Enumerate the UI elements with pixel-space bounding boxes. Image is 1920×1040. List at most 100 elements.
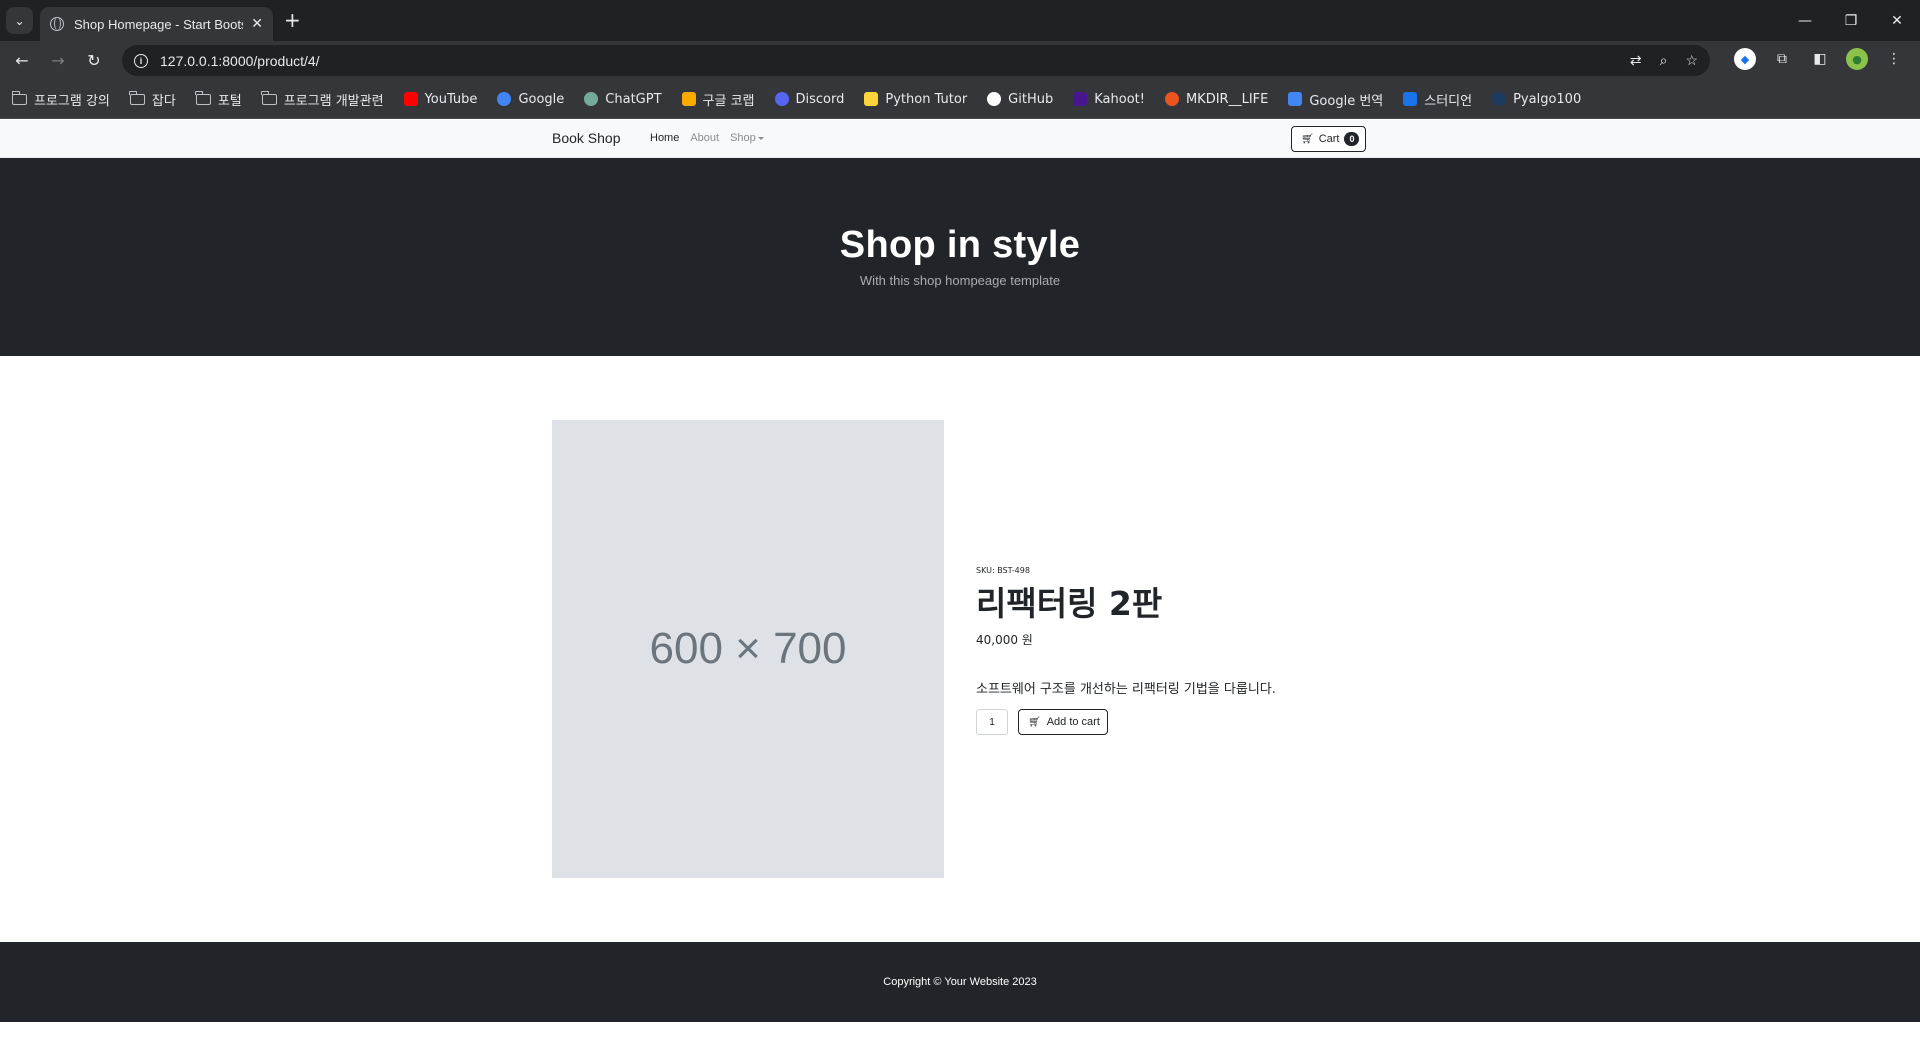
bookmark-label: ChatGPT bbox=[605, 91, 662, 107]
bookmark-item[interactable]: Discord bbox=[774, 91, 845, 107]
menu-kebab-icon[interactable]: ⋮ bbox=[1882, 47, 1906, 71]
bookmark-label: Discord bbox=[795, 91, 845, 107]
bookmark-item[interactable]: Python Tutor bbox=[864, 92, 967, 107]
bookmark-label: 포털 bbox=[217, 93, 242, 109]
forward-icon[interactable]: → bbox=[44, 47, 72, 75]
bookmark-label: 스터디언 bbox=[1424, 93, 1473, 109]
bookmark-item[interactable]: MKDIR__LIFE bbox=[1164, 91, 1269, 107]
pyalgo-icon bbox=[1492, 92, 1507, 106]
cart-icon: 🛒︎ bbox=[1028, 716, 1041, 728]
cart-count-badge: 0 bbox=[1344, 132, 1360, 146]
site-navbar: Book Shop Home About Shop 🛒︎ Cart 0 bbox=[0, 120, 1920, 158]
product-section: 600 × 700 SKU: BST-498 리팩터링 2판 40,000 원 … bbox=[552, 420, 1352, 878]
folder-icon bbox=[129, 90, 145, 105]
github-icon bbox=[987, 92, 1002, 106]
bookmark-item[interactable]: YouTube bbox=[403, 91, 478, 107]
bookmark-item[interactable]: 포털 bbox=[195, 90, 242, 109]
add-to-cart-label: Add to cart bbox=[1046, 716, 1100, 728]
site-footer: Copyright © Your Website 2023 bbox=[0, 942, 1920, 1022]
bookmark-label: YouTube bbox=[424, 91, 478, 107]
folder-icon bbox=[11, 90, 27, 105]
site-info-icon[interactable]: i bbox=[134, 53, 148, 68]
bookmark-item[interactable]: 잡다 bbox=[129, 90, 176, 109]
page-viewport: Book Shop Home About Shop 🛒︎ Cart 0 Shop… bbox=[0, 120, 1920, 1040]
tab-title: Shop Homepage - Start Bootstrap bbox=[74, 16, 243, 32]
tab-search-icon[interactable]: ⌄ bbox=[6, 7, 33, 34]
product-price: 40,000 원 bbox=[976, 633, 1033, 647]
product-description: 소프트웨어 구조를 개선하는 리팩터링 기법을 다룹니다. bbox=[976, 682, 1276, 697]
bookmark-label: 프로그램 강의 bbox=[34, 93, 110, 109]
bookmark-label: Pyalgo100 bbox=[1513, 91, 1582, 107]
product-sku: SKU: BST-498 bbox=[976, 566, 1030, 575]
footer-copyright: Copyright © Your Website 2023 bbox=[883, 976, 1037, 988]
bookmark-label: 잡다 bbox=[151, 93, 176, 109]
bookmark-label: Google bbox=[518, 91, 565, 107]
hero-subtitle: With this shop hompeage template bbox=[859, 273, 1061, 288]
kahoot-icon bbox=[1073, 92, 1088, 106]
bookmark-item[interactable]: 구글 코랩 bbox=[681, 90, 755, 109]
address-bar[interactable]: i 127.0.0.1:8000/product/4/ ⇄ ⌕ ☆ bbox=[122, 45, 1710, 76]
quantity-input[interactable] bbox=[976, 709, 1008, 735]
nav-home-link[interactable]: Home bbox=[650, 132, 679, 144]
bookmark-item[interactable]: GitHub bbox=[987, 92, 1053, 107]
minimize-icon[interactable]: — bbox=[1782, 0, 1828, 41]
url-text: 127.0.0.1:8000/product/4/ bbox=[160, 52, 320, 69]
browser-tab[interactable]: Shop Homepage - Start Bootstrap ✕ bbox=[40, 7, 273, 41]
back-icon[interactable]: ← bbox=[8, 47, 36, 75]
product-title: 리팩터링 2판 bbox=[976, 584, 1163, 623]
bookmark-label: Google 번역 bbox=[1309, 93, 1384, 109]
cart-button[interactable]: 🛒︎ Cart 0 bbox=[1291, 126, 1367, 152]
cart-label: Cart bbox=[1318, 133, 1340, 145]
product-actions: 🛒︎ Add to cart bbox=[976, 709, 1396, 735]
nav-about-link[interactable]: About bbox=[690, 132, 719, 144]
bookmark-item[interactable]: Pyalgo100 bbox=[1492, 92, 1581, 107]
extension-shield-icon[interactable]: ◆ bbox=[1734, 48, 1756, 70]
nav-links: Home About Shop bbox=[650, 132, 764, 144]
navbar-brand[interactable]: Book Shop bbox=[552, 130, 621, 146]
bookmark-item[interactable]: Google 번역 bbox=[1288, 90, 1383, 109]
globe-icon bbox=[50, 17, 64, 31]
nav-shop-label: Shop bbox=[730, 132, 756, 144]
translate-page-icon[interactable]: ⇄ bbox=[1630, 52, 1642, 69]
bookmark-label: 프로그램 개발관련 bbox=[283, 93, 384, 109]
window-close-icon[interactable]: ✕ bbox=[1874, 0, 1920, 41]
python-icon bbox=[864, 92, 879, 106]
browser-toolbar: ← → ↻ i 127.0.0.1:8000/product/4/ ⇄ ⌕ ☆ … bbox=[0, 41, 1920, 80]
youtube-icon bbox=[403, 92, 418, 106]
new-tab-icon[interactable]: + bbox=[284, 8, 301, 32]
hero-header: Shop in style With this shop hompeage te… bbox=[0, 158, 1920, 356]
nav-shop-dropdown[interactable]: Shop bbox=[730, 132, 764, 144]
bookmark-label: MKDIR__LIFE bbox=[1185, 91, 1269, 107]
reload-icon[interactable]: ↻ bbox=[80, 47, 108, 75]
bookmark-star-icon[interactable]: ☆ bbox=[1685, 52, 1698, 69]
discord-icon bbox=[774, 92, 789, 106]
bookmark-item[interactable]: 프로그램 강의 bbox=[11, 90, 110, 109]
translate-icon bbox=[1288, 92, 1303, 106]
product-image: 600 × 700 bbox=[552, 420, 944, 878]
profile-avatar-icon[interactable]: ● bbox=[1846, 48, 1868, 70]
side-panel-icon[interactable]: ◧ bbox=[1808, 47, 1832, 71]
chatgpt-icon bbox=[584, 92, 599, 106]
restore-icon[interactable]: ❐ bbox=[1828, 0, 1874, 41]
page-bottom-space bbox=[0, 1022, 1920, 1040]
bookmark-item[interactable]: Google bbox=[497, 92, 564, 107]
close-tab-icon[interactable]: ✕ bbox=[251, 16, 263, 32]
bookmark-item[interactable]: 프로그램 개발관련 bbox=[261, 90, 384, 109]
bookmark-label: Python Tutor bbox=[885, 91, 968, 107]
google-icon bbox=[497, 92, 512, 106]
add-to-cart-button[interactable]: 🛒︎ Add to cart bbox=[1018, 709, 1108, 735]
product-image-placeholder-text: 600 × 700 bbox=[649, 624, 847, 673]
bookmark-item[interactable]: 스터디언 bbox=[1403, 90, 1472, 109]
bookmark-label: 구글 코랩 bbox=[702, 93, 755, 109]
folder-icon bbox=[261, 90, 277, 105]
bookmark-item[interactable]: ChatGPT bbox=[584, 91, 662, 107]
window-controls: — ❐ ✕ bbox=[1782, 0, 1920, 41]
cart-icon: 🛒︎ bbox=[1301, 133, 1314, 145]
zoom-icon[interactable]: ⌕ bbox=[1660, 52, 1668, 69]
hero-title: Shop in style bbox=[839, 224, 1081, 266]
colab-icon bbox=[681, 92, 696, 106]
bookmark-item[interactable]: Kahoot! bbox=[1073, 92, 1145, 107]
bookmark-label: GitHub bbox=[1008, 91, 1054, 107]
extensions-puzzle-icon[interactable]: ⧉ bbox=[1770, 47, 1794, 71]
folder-icon bbox=[195, 90, 211, 105]
